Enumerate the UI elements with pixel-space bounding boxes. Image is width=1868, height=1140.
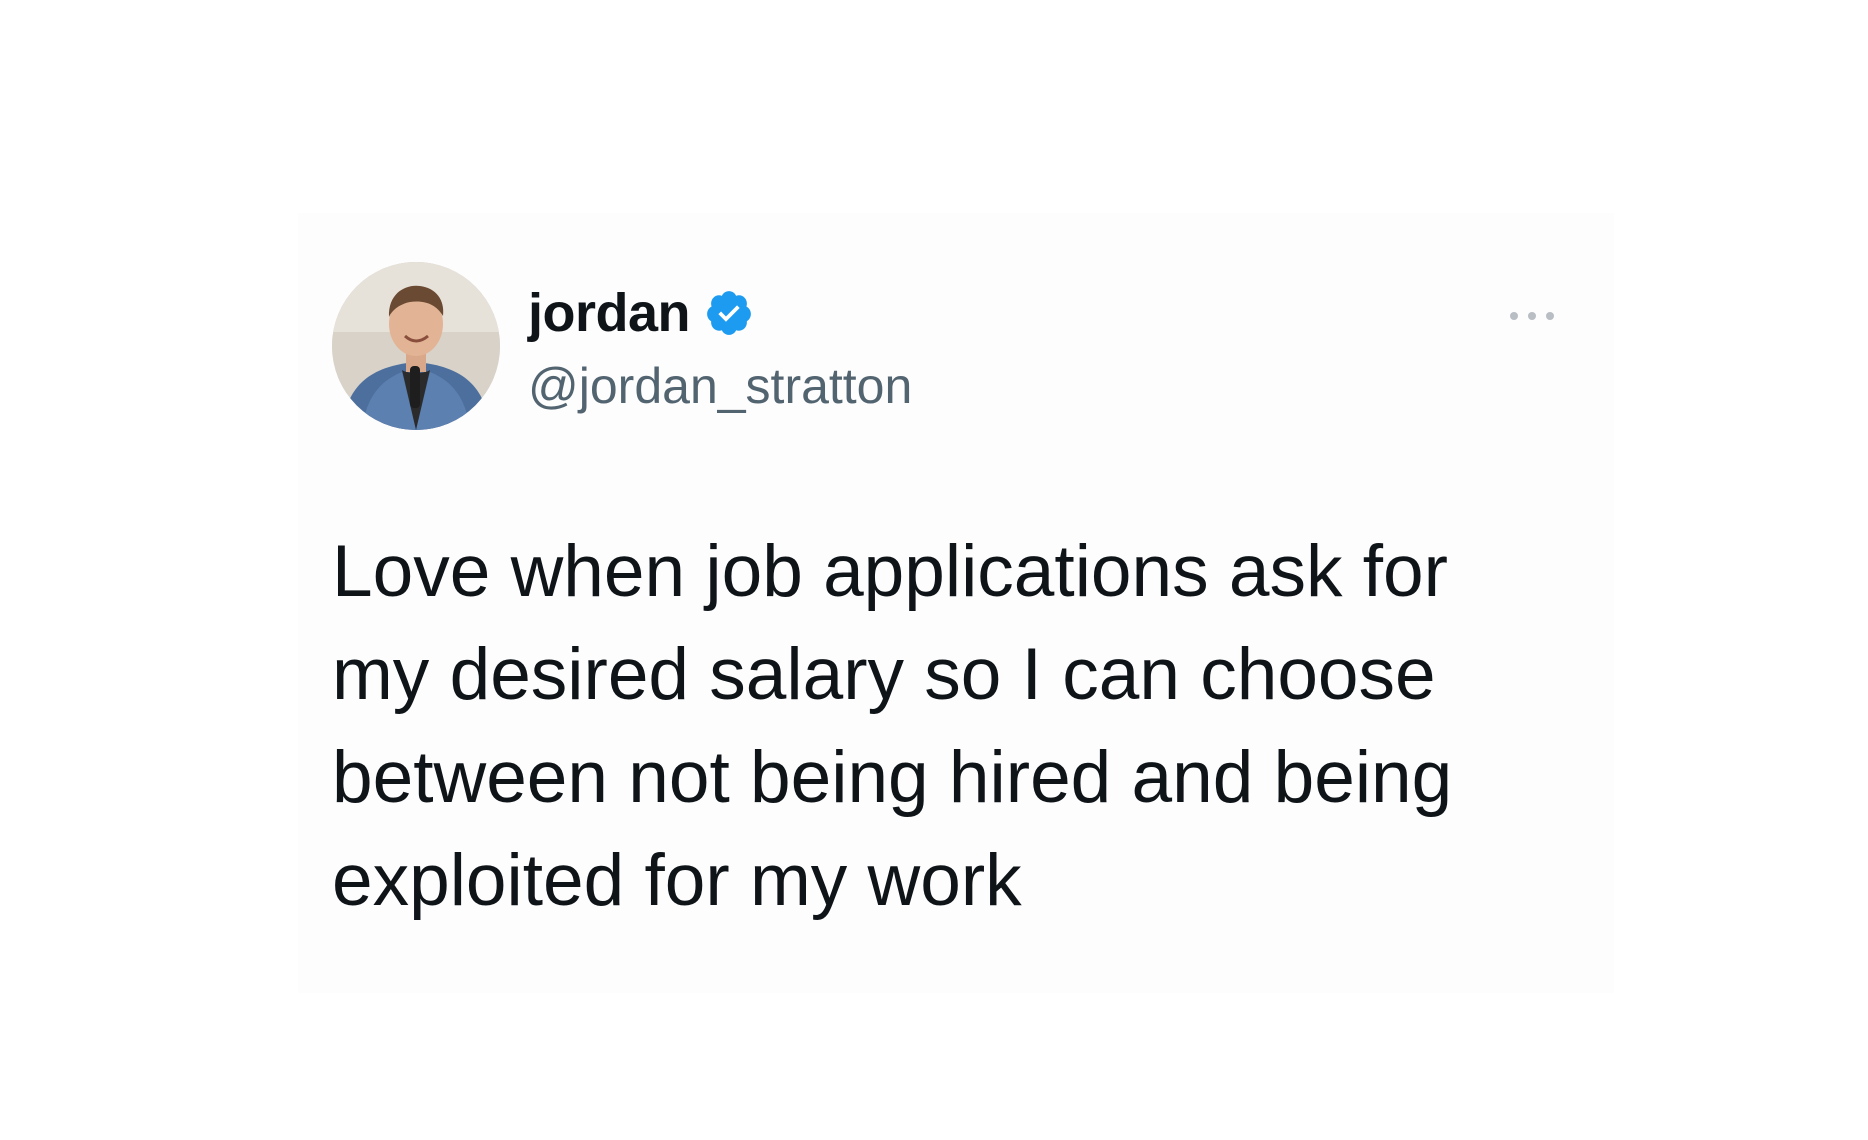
user-handle[interactable]: @jordan_stratton (528, 356, 912, 416)
display-name[interactable]: jordan (528, 282, 691, 344)
tweet-text: Love when job applications ask for my de… (332, 531, 1453, 921)
avatar[interactable] (332, 262, 500, 430)
verified-badge-icon (707, 291, 751, 335)
avatar-photo-icon (332, 262, 500, 430)
author-name-row: jordan (528, 282, 754, 344)
more-options-icon[interactable] (1506, 308, 1558, 324)
